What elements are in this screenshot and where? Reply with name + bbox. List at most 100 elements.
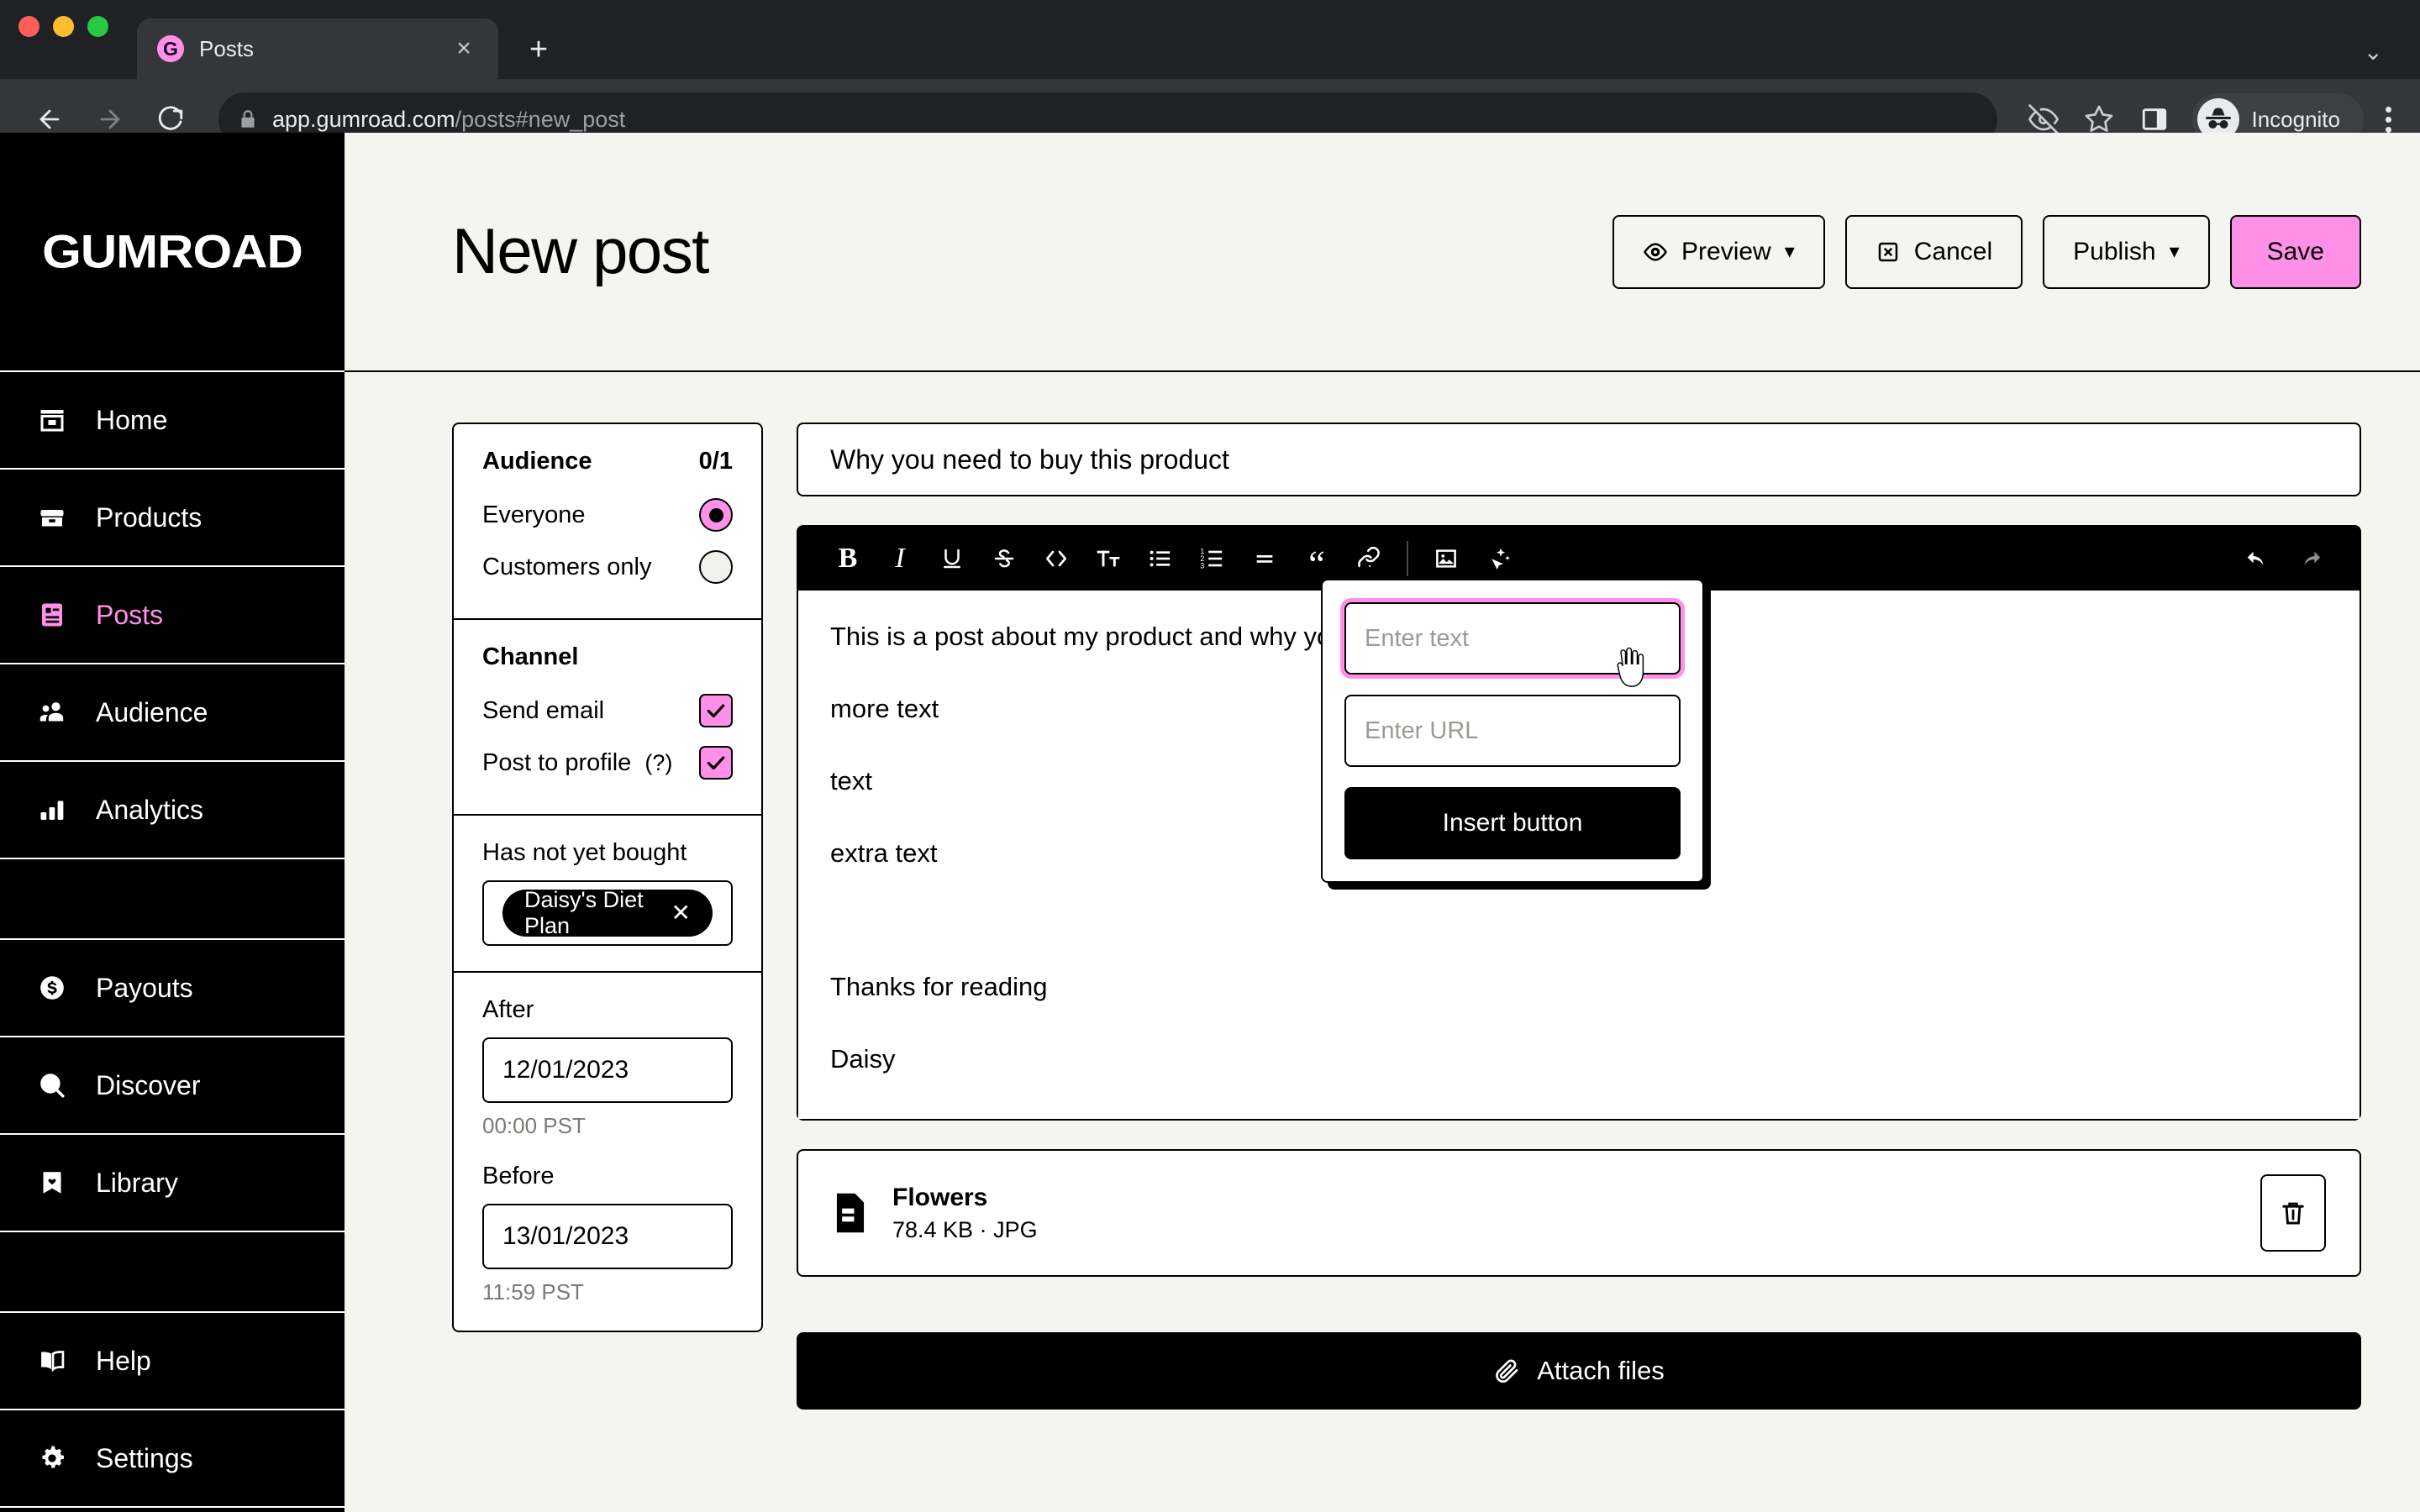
insert-button-submit[interactable]: Insert button xyxy=(1344,787,1681,859)
channel-title: Channel xyxy=(482,643,579,670)
audience-title: Audience xyxy=(482,448,592,475)
horizontal-rule-icon[interactable] xyxy=(1239,533,1291,585)
save-label: Save xyxy=(2266,237,2324,265)
image-icon[interactable] xyxy=(1420,533,1472,585)
url-domain: app.gumroad.com xyxy=(272,106,455,132)
channel-header: Channel xyxy=(482,643,733,671)
tab-strip: G Posts × + ⌄ xyxy=(0,0,2420,79)
sidebar-item-products[interactable]: Products xyxy=(0,470,345,567)
window-traffic-lights xyxy=(18,0,108,79)
app-sidebar: GUMROAD Home Products Posts Audience Ana xyxy=(0,133,345,1512)
code-icon[interactable] xyxy=(1030,533,1082,585)
audience-option-everyone[interactable]: Everyone xyxy=(482,489,733,541)
preview-button[interactable]: Preview ▾ xyxy=(1612,214,1825,289)
sidebar-item-library[interactable]: Library xyxy=(0,1135,345,1232)
remove-tag-icon[interactable]: ✕ xyxy=(671,901,691,925)
checkbox-post-to-profile[interactable] xyxy=(699,746,733,780)
before-date-value: 13/01/2023 xyxy=(502,1222,629,1250)
checkbox-send-email[interactable] xyxy=(699,694,733,727)
incognito-label: Incognito xyxy=(2251,106,2340,132)
italic-icon[interactable]: I xyxy=(874,533,926,585)
radio-customers-only[interactable] xyxy=(699,550,733,584)
has-not-bought-input[interactable]: Daisy's Diet Plan ✕ xyxy=(482,880,733,946)
before-date-input[interactable]: 13/01/2023 xyxy=(482,1204,733,1269)
maximize-window-button[interactable] xyxy=(87,15,108,37)
sidebar-item-payouts[interactable]: Payouts xyxy=(0,940,345,1037)
file-icon xyxy=(832,1192,869,1234)
delete-attachment-button[interactable] xyxy=(2260,1174,2326,1252)
save-button[interactable]: Save xyxy=(2229,214,2361,289)
option-label: Everyone xyxy=(482,501,586,528)
sidebar-item-label: Settings xyxy=(96,1442,193,1473)
post-editor-column: Why you need to buy this product B I 1 2… xyxy=(797,423,2361,1512)
after-date-input[interactable]: 12/01/2023 xyxy=(482,1037,733,1103)
sidebar-item-settings[interactable]: Settings xyxy=(0,1410,345,1508)
audience-option-customers-only[interactable]: Customers only xyxy=(482,541,733,593)
cancel-button[interactable]: Cancel xyxy=(1844,214,2023,289)
post-title-value: Why you need to buy this product xyxy=(830,444,1229,475)
attachment-row: Flowers 78.4 KB · JPG xyxy=(797,1149,2361,1278)
undo-icon[interactable] xyxy=(2232,533,2284,585)
bold-icon[interactable]: B xyxy=(822,533,874,585)
insert-button-label: Insert button xyxy=(1442,809,1583,837)
sidebar-item-discover[interactable]: Discover xyxy=(0,1037,345,1135)
sidebar-item-analytics[interactable]: Analytics xyxy=(0,762,345,859)
radio-everyone[interactable] xyxy=(699,498,733,532)
dollar-circle-icon xyxy=(35,971,69,1005)
underline-icon[interactable] xyxy=(926,533,978,585)
publish-label: Publish xyxy=(2073,237,2156,265)
has-not-bought-section: Has not yet bought Daisy's Diet Plan ✕ xyxy=(454,816,761,973)
channel-section: Channel Send email Post to profile (?) xyxy=(454,620,761,816)
insert-button-icon[interactable] xyxy=(1472,533,1524,585)
publish-button[interactable]: Publish ▾ xyxy=(2043,214,2210,289)
close-window-button[interactable] xyxy=(18,15,39,37)
bullet-list-icon[interactable] xyxy=(1134,533,1186,585)
tab-search-chevron-icon[interactable]: ⌄ xyxy=(2364,40,2383,64)
browser-tab-posts[interactable]: G Posts × xyxy=(137,18,498,79)
channel-option-send-email[interactable]: Send email xyxy=(482,685,733,737)
sidebar-item-audience[interactable]: Audience xyxy=(0,664,345,762)
toolbar-divider xyxy=(1407,541,1408,576)
url-path: /posts#new_post xyxy=(455,106,626,132)
option-text: Post to profile xyxy=(482,748,632,776)
sidebar-item-posts[interactable]: Posts xyxy=(0,567,345,664)
svg-text:3: 3 xyxy=(1200,561,1204,570)
close-tab-button[interactable]: × xyxy=(450,36,478,61)
product-tag-daisys-diet-plan[interactable]: Daisy's Diet Plan ✕ xyxy=(502,887,713,938)
sidebar-item-label: Discover xyxy=(96,1069,201,1100)
minimize-window-button[interactable] xyxy=(53,15,74,37)
header-actions: Preview ▾ Cancel Publish ▾ Save xyxy=(1612,214,2361,289)
attach-files-label: Attach files xyxy=(1537,1356,1665,1386)
page-title: New post xyxy=(452,216,709,287)
blockquote-icon[interactable]: “ xyxy=(1291,533,1343,585)
gumroad-favicon-icon: G xyxy=(157,35,184,62)
redo-icon[interactable] xyxy=(2284,533,2336,585)
sidebar-item-label: Payouts xyxy=(96,972,193,1003)
attach-files-button[interactable]: Attach files xyxy=(797,1332,2361,1410)
button-text-input[interactable]: Enter text xyxy=(1344,602,1681,675)
channel-option-post-to-profile[interactable]: Post to profile (?) xyxy=(482,737,733,789)
editor-paragraph: Thanks for reading xyxy=(830,972,1048,1002)
sidebar-item-help[interactable]: Help xyxy=(0,1313,345,1410)
gumroad-logo[interactable]: GUMROAD xyxy=(0,133,345,372)
new-tab-button[interactable]: + xyxy=(520,34,557,66)
date-range-section: After 12/01/2023 00:00 PST Before 13/01/… xyxy=(454,973,761,1331)
trash-icon xyxy=(2282,1202,2304,1225)
strikethrough-icon[interactable] xyxy=(978,533,1030,585)
kebab-menu-icon[interactable] xyxy=(2386,106,2391,133)
button-url-placeholder: Enter URL xyxy=(1365,717,1479,744)
button-url-input[interactable]: Enter URL xyxy=(1344,695,1681,767)
cancel-x-icon xyxy=(1878,242,1898,261)
sidebar-item-home[interactable]: Home xyxy=(0,372,345,470)
brand-wordmark: GUMROAD xyxy=(42,225,303,278)
text-size-icon[interactable] xyxy=(1082,533,1134,585)
numbered-list-icon[interactable]: 123 xyxy=(1186,533,1239,585)
post-settings-column: Audience 0/1 Everyone Customers only Cha… xyxy=(452,423,763,1512)
cancel-label: Cancel xyxy=(1913,237,1993,265)
post-title-input[interactable]: Why you need to buy this product xyxy=(797,423,2361,496)
help-icon[interactable]: (?) xyxy=(644,750,672,775)
post-icon xyxy=(35,598,69,632)
book-icon xyxy=(35,1344,69,1378)
settings-card: Audience 0/1 Everyone Customers only Cha… xyxy=(452,423,763,1332)
preview-label: Preview xyxy=(1681,237,1771,265)
